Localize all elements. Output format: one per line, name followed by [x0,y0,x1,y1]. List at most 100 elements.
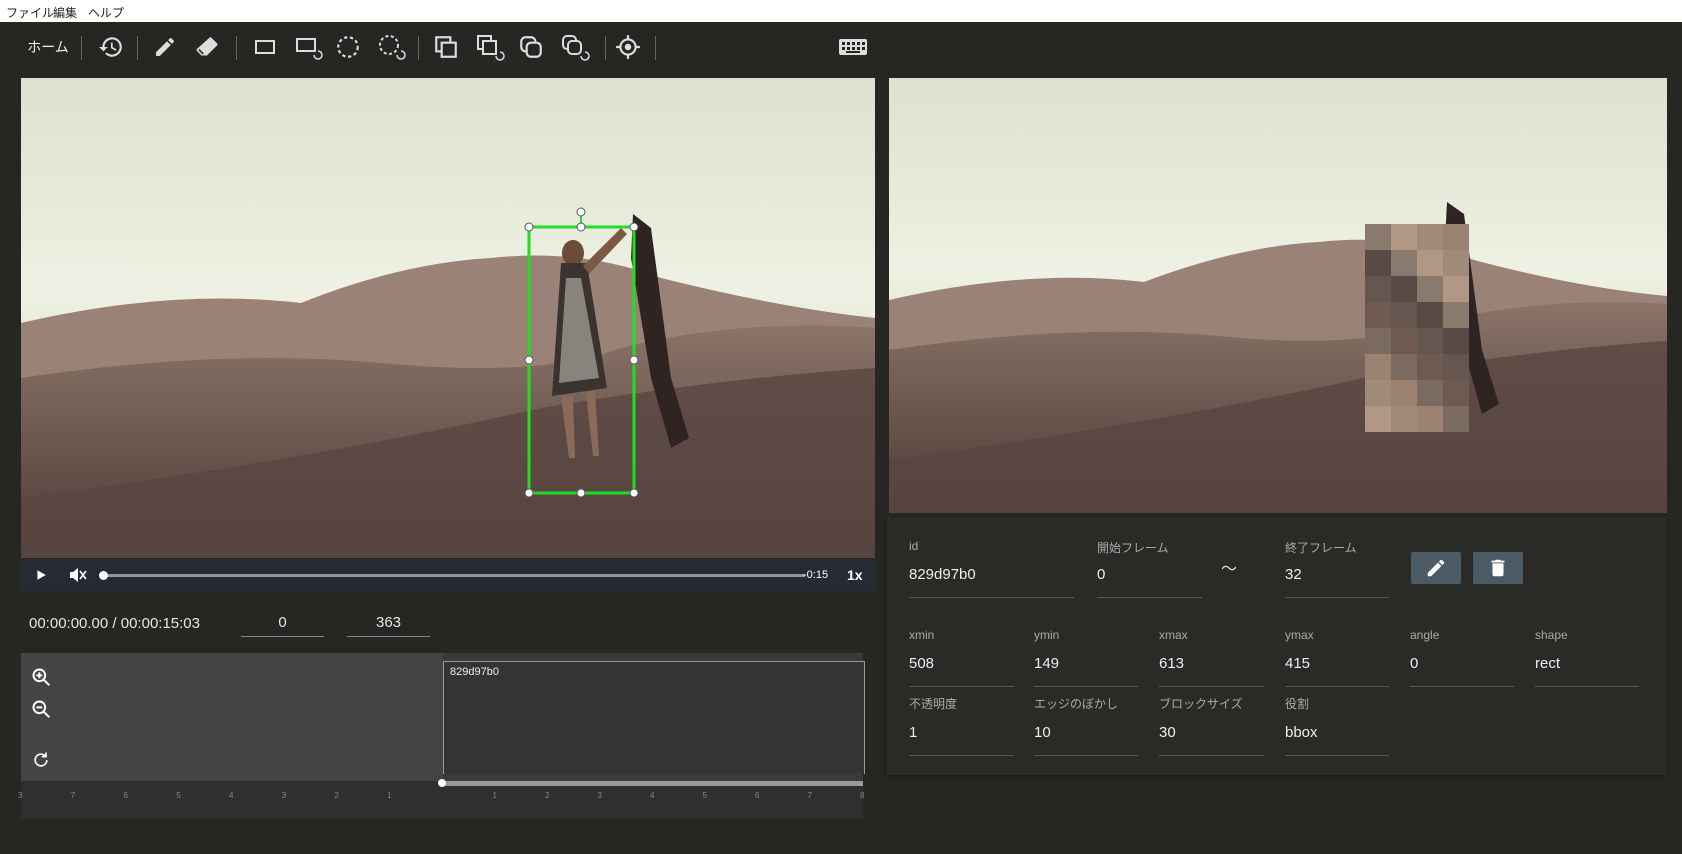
ruler-tick-label: 7 [807,791,812,800]
xmin-label: xmin [909,628,935,642]
mosaic-block [1365,276,1391,302]
rect-repeat-icon[interactable] [292,32,326,62]
mosaic-blur-region [1365,224,1469,432]
mosaic-block [1443,224,1469,250]
ymax-label: ymax [1285,628,1314,642]
id-field[interactable]: id 829d97b0 [909,539,1074,598]
role-field[interactable]: 役割 bbox [1285,695,1389,756]
mosaic-block [1365,250,1391,276]
mosaic-block [1443,354,1469,380]
eraser-icon[interactable] [192,32,222,62]
opacity-label: 不透明度 [909,697,958,711]
start-frame-label: 開始フレーム [1097,541,1169,555]
ellipse-repeat-icon[interactable] [375,32,409,62]
edge-blur-value: 10 [1034,724,1051,741]
ruler-tick-label: 5 [176,791,181,800]
seek-bar[interactable] [99,559,805,591]
xmin-field[interactable]: xmin 508 [909,628,1014,687]
opacity-field[interactable]: 不透明度 1 [909,695,1014,756]
history-icon[interactable] [96,32,126,62]
ymin-label: ymin [1034,628,1060,642]
ruler-tick-label: 3 [597,791,602,800]
play-icon[interactable] [35,559,55,591]
timeline-playhead[interactable] [438,779,446,787]
ruler-tick-label: 1 [387,791,392,800]
home-button[interactable]: ホーム [26,32,70,62]
menu-edit[interactable]: 編集 [53,4,77,21]
block-size-label: ブロックサイズ [1159,697,1243,711]
rect-icon[interactable] [250,32,280,62]
copy-repeat-icon[interactable] [473,32,507,62]
reset-icon[interactable] [31,750,51,775]
mute-icon[interactable] [69,559,91,591]
ruler-tick-label: 7 [70,791,76,800]
xmax-field[interactable]: xmax 613 [1159,628,1264,687]
shape-label: shape [1535,628,1568,642]
time-display: 00:00:00.00 / 00:00:15:03 [29,615,200,632]
ruler-tick-label: 4 [229,791,234,800]
block-size-value: 30 [1159,724,1176,741]
edit-button[interactable] [1411,552,1461,584]
timeline: 829d97b0 3 7 6 5 4 3 2 1 1 2 3 4 5 6 7 8 [18,653,865,819]
seek-handle[interactable] [99,570,108,580]
opacity-value: 1 [909,724,918,741]
mosaic-block [1365,328,1391,354]
mosaic-block [1417,224,1443,250]
ruler-tick-label: 6 [123,791,128,800]
mosaic-block [1365,354,1391,380]
xmax-value: 613 [1159,655,1185,672]
menu-help[interactable]: ヘルプ [88,4,124,21]
mosaic-block [1365,224,1391,250]
role-label: 役割 [1285,697,1310,711]
copy-round-repeat-icon[interactable] [558,32,592,62]
keyboard-icon[interactable] [837,32,869,62]
ruler-tick-label: 4 [650,791,655,800]
block-size-field[interactable]: ブロックサイズ 30 [1159,695,1264,756]
mosaic-block [1391,302,1417,328]
edge-blur-label: エッジのぼかし [1034,697,1119,711]
end-frame-value: 32 [1285,566,1302,583]
toolbar-divider [605,36,606,60]
mosaic-block [1391,224,1417,250]
menu-file[interactable]: ファイル [6,4,54,21]
ruler-tick-label: 8 [860,791,865,800]
range-separator: 〜 [1221,561,1238,578]
start-frame-input[interactable]: 0 [241,612,324,637]
angle-field[interactable]: angle 0 [1410,628,1514,687]
toolbar-divider [418,36,419,60]
end-frame-field[interactable]: 終了フレーム 32 [1285,539,1389,598]
mosaic-block [1365,406,1391,432]
video-controls: -0:15 1x [21,559,875,591]
video-preview-original[interactable] [21,78,875,558]
playback-speed[interactable]: 1x [847,559,871,591]
ymax-field[interactable]: ymax 415 [1285,628,1389,687]
role-value: bbox [1285,724,1318,741]
toolbar-divider [137,36,138,60]
pencil-icon[interactable] [150,32,180,62]
mosaic-block [1391,380,1417,406]
edge-blur-field[interactable]: エッジのぼかし 10 [1034,695,1138,756]
delete-button[interactable] [1473,552,1523,584]
mosaic-block [1391,354,1417,380]
end-frame-input[interactable]: 363 [347,612,430,637]
shape-field[interactable]: shape rect [1535,628,1639,687]
target-icon[interactable] [613,32,643,62]
start-frame-field[interactable]: 開始フレーム 0 [1097,539,1202,598]
timeline-track[interactable]: 829d97b0 [443,661,865,774]
mosaic-block [1391,328,1417,354]
time-remaining: -0:15 [803,569,829,581]
id-value: 829d97b0 [909,566,976,583]
copy-icon[interactable] [431,32,461,62]
mosaic-block [1365,380,1391,406]
ruler-tick-label: 3 [18,791,23,800]
ellipse-icon[interactable] [333,32,363,62]
shape-value: rect [1535,655,1561,672]
zoom-out-icon[interactable] [31,699,51,724]
ymin-field[interactable]: ymin 149 [1034,628,1138,687]
ymax-value: 415 [1285,655,1311,672]
copy-round-icon[interactable] [516,32,546,62]
zoom-in-icon[interactable] [31,667,51,692]
timeline-range-bar[interactable] [441,781,863,786]
mosaic-block [1391,250,1417,276]
mosaic-block [1365,302,1391,328]
